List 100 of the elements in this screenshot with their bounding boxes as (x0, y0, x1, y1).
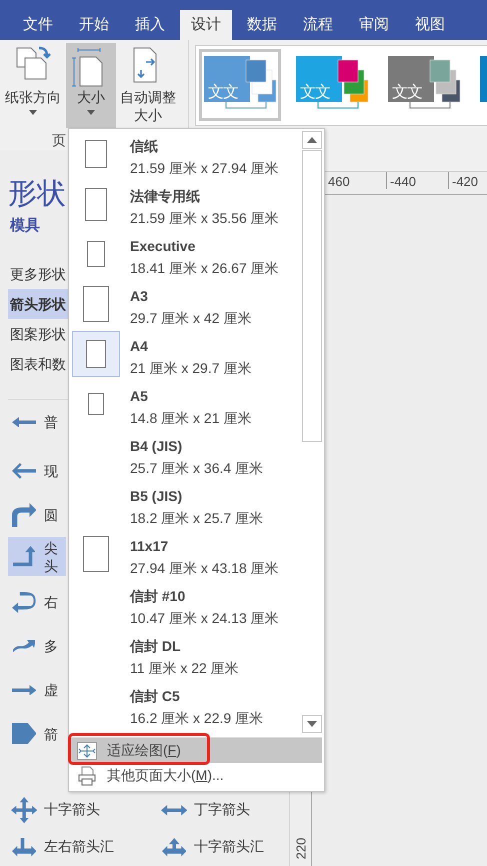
size-name: 信封 DL (130, 637, 181, 656)
theme-label: 文文 (208, 82, 238, 103)
page-size-option[interactable]: 信纸 21.59 厘米 x 27.94 厘米 (69, 131, 302, 181)
size-dimensions: 21.59 厘米 x 35.56 厘米 (130, 209, 279, 228)
shape-item[interactable]: 右 (8, 580, 66, 624)
panel-title: 形状 (8, 177, 66, 212)
ribbon-tab[interactable]: 数据 (236, 10, 288, 40)
shape-item[interactable]: 圆 (8, 492, 66, 537)
page-size-option[interactable]: A4 21 厘米 x 29.7 厘米 (69, 331, 302, 381)
arrow-shape-icon (12, 502, 36, 528)
ribbon-tab[interactable]: 视图 (404, 10, 456, 40)
arrow-shape-icon (12, 723, 36, 744)
arrow-shape-icon (162, 838, 186, 857)
shape-label: 左右箭头汇 (44, 838, 114, 856)
paper-icon (88, 393, 104, 415)
size-name: 信封 #10 (130, 587, 186, 606)
shape-label: 现 (44, 462, 58, 480)
size-dimensions: 10.47 厘米 x 24.13 厘米 (130, 609, 279, 628)
page-size-option[interactable]: A3 29.7 厘米 x 42 厘米 (69, 281, 302, 331)
shape-label: 十字箭头汇 (194, 838, 264, 856)
arrow-shape-icon (12, 640, 36, 652)
stencil-item[interactable]: 图表和数 (8, 349, 68, 379)
ribbon-tab[interactable]: 开始 (68, 10, 120, 40)
shape-item[interactable]: 多 (8, 624, 66, 668)
size-name: 11x17 (130, 537, 168, 556)
page-size-option[interactable]: Executive 18.41 厘米 x 26.67 厘米 (69, 231, 302, 281)
shape-item[interactable]: 箭 (8, 712, 66, 756)
shape-label: 箭 (44, 724, 58, 743)
size-dimensions: 21 厘米 x 29.7 厘米 (130, 359, 252, 378)
arrow-shape-icon (12, 684, 36, 696)
shape-item[interactable]: 现 (8, 448, 66, 493)
ribbon-tab[interactable]: 设计 (180, 10, 232, 40)
size-dimensions: 27.94 厘米 x 43.18 厘米 (130, 559, 279, 578)
theme-label: 文文 (300, 82, 330, 103)
size-name: 信封 C5 (130, 687, 180, 706)
shape-item[interactable]: 尖 头 (8, 536, 66, 576)
paper-icon (85, 188, 107, 220)
scroll-down-button[interactable] (302, 715, 322, 733)
shape-label: 十字箭头 (44, 801, 100, 820)
theme-thumbnail[interactable]: 文文 (383, 49, 465, 121)
page-size-option[interactable]: 信封 C5 16.2 厘米 x 22.9 厘米 (69, 681, 302, 731)
size-dimensions: 16.2 厘米 x 22.9 厘米 (130, 709, 264, 728)
size-dimensions: 25.7 厘米 x 36.4 厘米 (130, 459, 264, 478)
shape-label: 多 (44, 637, 58, 656)
arrow-shape-icon (12, 463, 36, 479)
page-size-option[interactable]: 信封 #10 10.47 厘米 x 24.13 厘米 (69, 581, 302, 631)
shape-item[interactable]: 普 (8, 400, 66, 444)
shape-item[interactable]: 虚 (8, 668, 66, 712)
page-size-option[interactable]: 11x17 27.94 厘米 x 43.18 厘米 (69, 531, 302, 581)
size-name: B5 (JIS) (130, 487, 182, 506)
ribbon-tab[interactable]: 插入 (124, 10, 176, 40)
page-size-option[interactable]: 信封 DL 11 厘米 x 22 厘米 (69, 631, 302, 681)
stencil-item[interactable]: 箭头形状 (8, 289, 68, 319)
shape-label: 虚 (44, 681, 58, 699)
more-page-sizes-item[interactable]: 其他页面大小(M)... (107, 766, 224, 784)
arrow-shape-icon (10, 797, 38, 824)
arrow-shape-icon (12, 592, 36, 613)
size-dimensions: 14.8 厘米 x 21 厘米 (130, 409, 252, 428)
size-dimensions: 21.59 厘米 x 27.94 厘米 (130, 159, 279, 178)
paper-icon (86, 340, 106, 368)
size-name: 法律专用纸 (130, 187, 200, 206)
paper-icon (83, 286, 109, 322)
stencil-item[interactable]: 更多形状 (8, 259, 68, 289)
size-name: B4 (JIS) (130, 437, 182, 456)
ribbon-tab[interactable]: 审阅 (348, 10, 400, 40)
page-size-option[interactable]: B4 (JIS) 25.7 厘米 x 36.4 厘米 (69, 431, 302, 481)
page-size-option[interactable]: B5 (JIS) 18.2 厘米 x 25.7 厘米 (69, 481, 302, 531)
scroll-thumb[interactable] (302, 150, 322, 442)
shape-label: 丁字箭头 (194, 801, 250, 820)
size-name: 信纸 (130, 137, 158, 156)
size-dimensions: 18.2 厘米 x 25.7 厘米 (130, 509, 264, 528)
orientation-button[interactable]: 纸张方向 (0, 43, 66, 128)
page-size-option[interactable]: 法律专用纸 21.59 厘米 x 35.56 厘米 (69, 181, 302, 231)
paper-icon (87, 241, 105, 267)
fit-page-icon (77, 742, 97, 760)
stencil-tab[interactable]: 模具 (8, 216, 42, 235)
size-button[interactable]: 大小 (66, 43, 116, 128)
page-size-option[interactable]: A5 14.8 厘米 x 21 厘米 (69, 381, 302, 431)
ribbon-tab[interactable]: 流程 (292, 10, 344, 40)
paper-icon (83, 536, 109, 572)
group-label: 页 (52, 132, 66, 150)
shape-label: 圆 (44, 506, 58, 524)
arrow-shape-icon (12, 416, 36, 428)
auto-size-button[interactable]: 自动调整大小 (116, 43, 180, 128)
ruler-label: 220 (293, 838, 308, 860)
stencil-item[interactable]: 图案形状 (8, 319, 68, 349)
arrow-shape-icon (160, 805, 188, 816)
shape-label: 尖 (44, 538, 58, 556)
scroll-up-button[interactable] (302, 131, 322, 149)
size-name: A5 (130, 387, 148, 406)
size-dimensions: 11 厘米 x 22 厘米 (130, 659, 239, 678)
ribbon-tab[interactable]: 文件 (12, 10, 64, 40)
printer-icon (77, 766, 97, 786)
theme-label: 文文 (392, 82, 422, 103)
paper-icon (85, 140, 107, 168)
shape-label: 头 (44, 556, 58, 574)
size-name: A4 (130, 337, 148, 356)
size-dimensions: 29.7 厘米 x 42 厘米 (130, 309, 252, 328)
shape-label: 普 (44, 412, 58, 431)
arrow-shape-icon (12, 546, 36, 567)
